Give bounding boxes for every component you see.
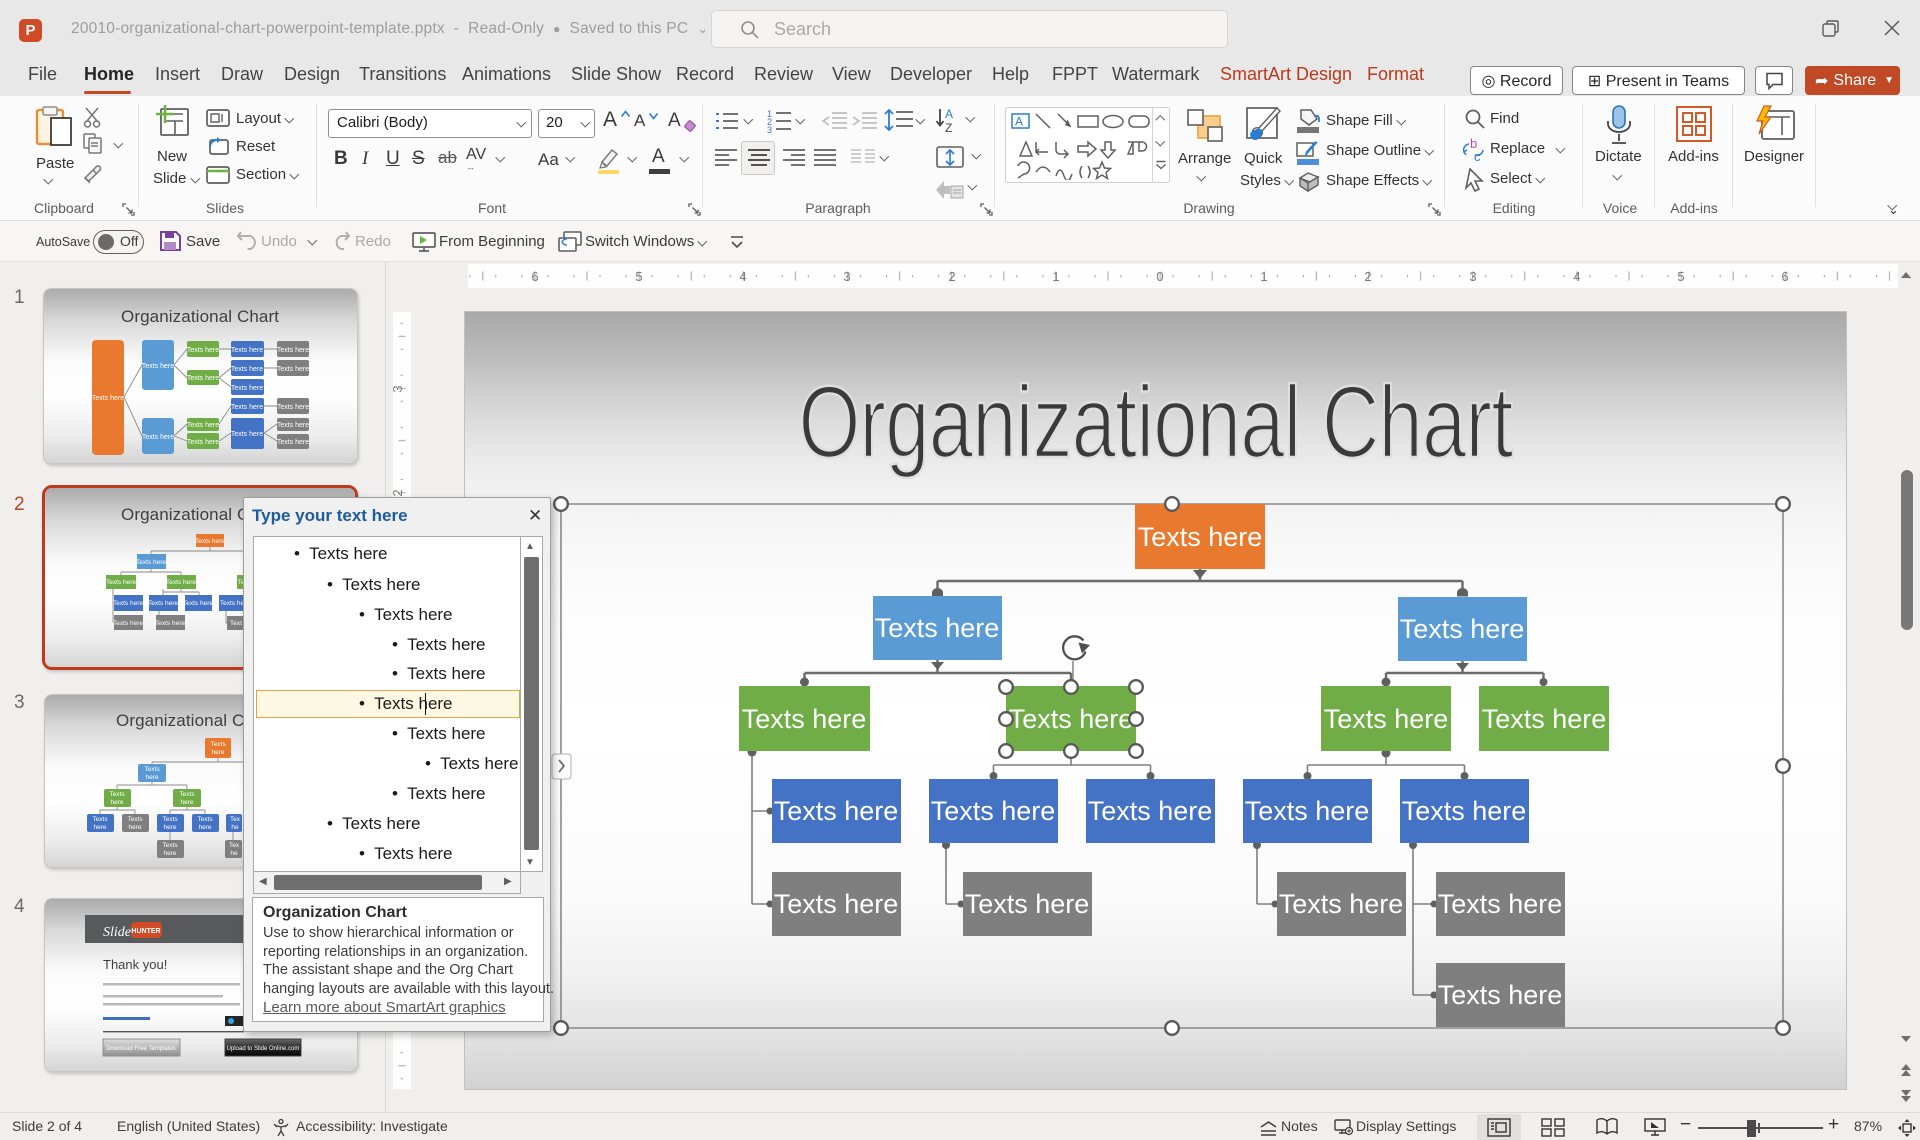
svg-text:Texts here: Texts here [1009, 704, 1134, 734]
svg-text:Texts here: Texts here [195, 538, 225, 545]
svg-text:Texts here: Texts here [113, 600, 143, 607]
svg-text:Texts here: Texts here [187, 439, 219, 446]
svg-text:Texts: Texts [109, 791, 125, 798]
svg-text:Texts here: Texts here [277, 439, 309, 446]
svg-text:Texts here: Texts here [231, 431, 263, 438]
svg-text:here: here [93, 824, 106, 831]
svg-text:here: here [145, 774, 158, 781]
svg-text:Texts here: Texts here [166, 579, 196, 586]
svg-text:Texts here: Texts here [931, 796, 1056, 826]
svg-text:here: here [163, 824, 176, 831]
svg-text:he: he [231, 824, 239, 831]
svg-text:Tex: Tex [230, 816, 241, 823]
svg-text:Texts here: Texts here [875, 613, 1000, 643]
svg-text:Texts here: Texts here [1245, 796, 1370, 826]
svg-text:Texts here: Texts here [1400, 614, 1525, 644]
svg-text:Texts here: Texts here [92, 395, 124, 402]
svg-text:Texts here: Texts here [183, 600, 213, 607]
svg-text:Texts here: Texts here [1138, 522, 1263, 552]
svg-text:Texts here: Texts here [231, 347, 263, 354]
svg-text:he: he [230, 850, 238, 857]
svg-text:Texts here: Texts here [1402, 796, 1527, 826]
svg-text:here: here [163, 850, 176, 857]
svg-text:A: A [945, 108, 953, 121]
svg-text:Texts here: Texts here [136, 559, 166, 566]
svg-text:Texts: Texts [162, 816, 178, 823]
svg-text:Texts here: Texts here [1088, 796, 1213, 826]
svg-text:Texts here: Texts here [1438, 980, 1563, 1010]
svg-text:Texts here: Texts here [277, 366, 309, 373]
svg-text:Texts: Texts [162, 842, 178, 849]
svg-text:A: A [1015, 115, 1023, 129]
svg-text:Texts here: Texts here [187, 375, 219, 382]
svg-text:Texts here: Texts here [1324, 704, 1449, 734]
svg-text:Texts he: Texts he [220, 600, 245, 607]
svg-text:Texts here: Texts here [277, 422, 309, 429]
svg-text:Texts here: Texts here [965, 889, 1090, 919]
svg-text:here: here [211, 749, 224, 756]
svg-text:Texts here: Texts here [742, 704, 867, 734]
svg-text:Download Free Templates: Download Free Templates [106, 1046, 176, 1052]
svg-text:Texts: Texts [179, 791, 195, 798]
svg-text:Z: Z [945, 121, 952, 134]
svg-text:Texts here: Texts here [187, 422, 219, 429]
svg-text:Texts: Texts [92, 816, 108, 823]
svg-text:Texts here: Texts here [155, 620, 185, 627]
svg-text:Slide: Slide [103, 925, 131, 940]
svg-text:Texts here: Texts here [106, 579, 136, 586]
svg-text:Texts here: Texts here [187, 347, 219, 354]
svg-text:HUNTER: HUNTER [131, 928, 160, 935]
svg-text:here: here [110, 799, 123, 806]
svg-text:Texts here: Texts here [774, 796, 899, 826]
svg-text:Thank you!: Thank you! [103, 957, 167, 972]
svg-text:here: here [180, 799, 193, 806]
svg-text:Texts: Texts [127, 816, 143, 823]
svg-text:Texts: Texts [210, 741, 226, 748]
svg-text:Tex: Tex [229, 842, 240, 849]
svg-text:Texts here: Texts here [231, 385, 263, 392]
svg-text:Texts here: Texts here [1482, 704, 1607, 734]
svg-text:Text: Text [230, 620, 242, 627]
svg-text:Texts: Texts [197, 816, 213, 823]
svg-text:Texts here: Texts here [231, 404, 263, 411]
svg-text:Texts here: Texts here [277, 404, 309, 411]
svg-text:Texts here: Texts here [148, 600, 178, 607]
svg-text:Organizational Chart: Organizational Chart [121, 307, 279, 326]
svg-text:Texts here: Texts here [1438, 889, 1563, 919]
svg-text:Texts here: Texts here [774, 889, 899, 919]
svg-text:Upload to Slide Online.com: Upload to Slide Online.com [227, 1046, 300, 1052]
svg-text:here: here [128, 824, 141, 831]
svg-text:Texts here: Texts here [113, 620, 143, 627]
svg-text:Texts here: Texts here [142, 363, 174, 370]
svg-text:Texts here: Texts here [142, 434, 174, 441]
svg-text:here: here [198, 824, 211, 831]
svg-text:Texts here: Texts here [1279, 889, 1404, 919]
svg-text:Texts here: Texts here [231, 366, 263, 373]
svg-text:3: 3 [767, 125, 772, 133]
svg-text:Texts: Texts [144, 766, 160, 773]
svg-text:Texts here: Texts here [277, 347, 309, 354]
